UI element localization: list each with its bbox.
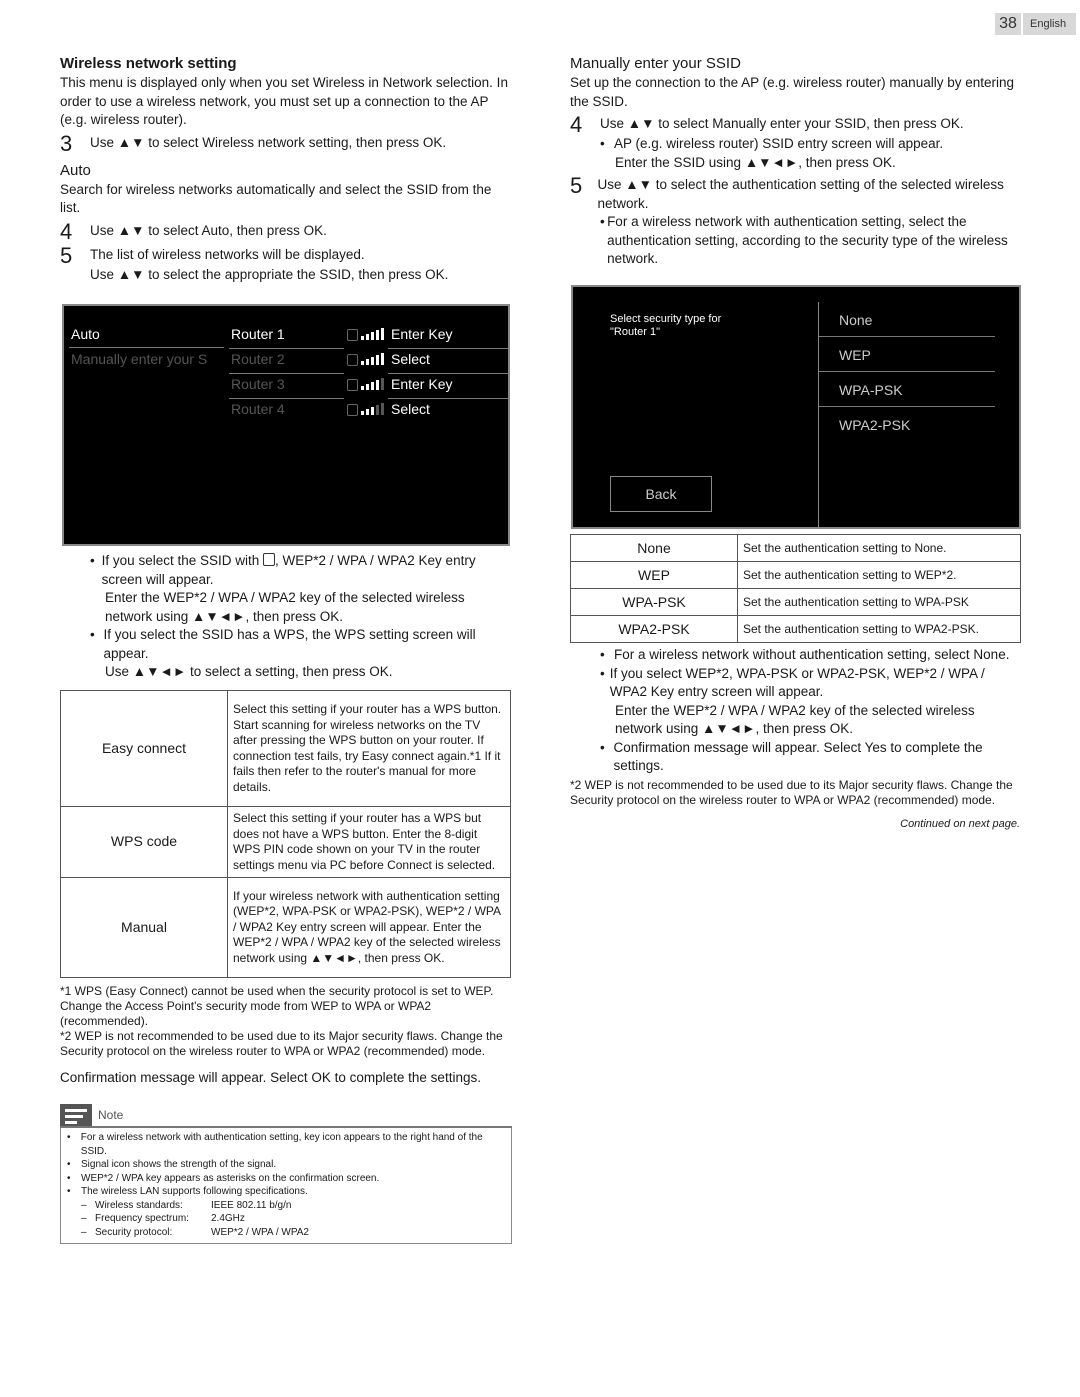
page-number: 38 xyxy=(995,13,1021,35)
lock-icon xyxy=(347,379,358,391)
step-5: 5 The list of wireless networks will be d… xyxy=(60,242,365,268)
auto-desc: Search for wireless networks automatical… xyxy=(60,181,492,216)
bullet-sub: Enter the WEP*2 / WPA / WPA2 key of the … xyxy=(105,590,465,624)
table-row: Manual If your wireless network with auth… xyxy=(60,877,511,978)
security-option[interactable]: WPA-PSK xyxy=(839,382,903,398)
table-row: WPS code Select this setting if your rout… xyxy=(60,806,511,878)
note-item: • Signal icon shows the strength of the s… xyxy=(67,1159,277,1170)
router-action: Enter Key xyxy=(391,376,453,392)
spec-row: – Security protocol: WEP*2 / WPA / WPA2 xyxy=(81,1226,309,1238)
page-badge: 38 English xyxy=(995,13,1077,35)
wps-table: Easy connect Select this setting if your … xyxy=(60,690,511,978)
security-type-screen: Select security type for "Router 1" None… xyxy=(571,285,1021,529)
back-button[interactable]: Back xyxy=(610,476,712,512)
step-5-sub: Use ▲▼ to select the appropriate the SSI… xyxy=(90,266,449,282)
bullet: • AP (e.g. wireless router) SSID entry sc… xyxy=(600,136,944,151)
table-row: Easy connect Select this setting if your … xyxy=(60,690,511,807)
router-name: Router 4 xyxy=(231,401,285,417)
router-action: Select xyxy=(391,351,430,367)
bullet: • If you select the SSID with , WEP*2 / W… xyxy=(90,553,476,587)
lock-icon xyxy=(347,329,358,341)
menu-item-manual[interactable]: Manually enter your S xyxy=(71,351,207,367)
section-title: Manually enter your SSID xyxy=(570,55,741,72)
signal-icon xyxy=(361,328,385,340)
bullet: • If you select WEP*2, WPA-PSK or WPA2-PS… xyxy=(600,665,985,700)
intro-text: Set up the connection to the AP (e.g. wi… xyxy=(570,75,1015,109)
signal-icon xyxy=(361,353,385,365)
step-3: 3 Use ▲▼ to select Wireless network setti… xyxy=(60,130,447,156)
intro-text: This menu is displayed only when you set… xyxy=(60,75,508,127)
bullet-sub: Enter the SSID using ▲▼◄►, then press OK… xyxy=(615,154,896,170)
left-column: Wireless network setting This menu is di… xyxy=(60,55,510,284)
confirm-text: Confirmation message will appear. Select… xyxy=(60,1070,481,1085)
security-option[interactable]: None xyxy=(839,312,872,328)
left-bullets: • If you select the SSID with , WEP*2 / W… xyxy=(60,552,510,682)
right-column: Manually enter your SSID Set up the conn… xyxy=(570,55,1020,269)
table-row: WPA2-PSK Set the authentication setting t… xyxy=(570,615,1021,643)
security-prompt: Select security type for "Router 1" xyxy=(610,313,722,338)
table-row: None Set the authentication setting to No… xyxy=(570,534,1021,562)
router-action: Select xyxy=(391,401,430,417)
table-row: WEP Set the authentication setting to WEP… xyxy=(570,561,1021,589)
language-label: English xyxy=(1023,13,1077,35)
note-item: • The wireless LAN supports following spe… xyxy=(67,1186,308,1197)
menu-item-auto[interactable]: Auto xyxy=(71,326,100,342)
bullet: • For a wireless network with authenticat… xyxy=(600,214,1008,266)
router-action: Enter Key xyxy=(391,326,453,342)
note-item: • WEP*2 / WPA key appears as asterisks on… xyxy=(67,1172,380,1184)
bullet: • If you select the SSID has a WPS, the W… xyxy=(90,627,476,661)
auto-heading: Auto xyxy=(60,161,91,179)
section-title: Wireless network setting xyxy=(60,55,237,72)
bullet: • For a wireless network without authenti… xyxy=(600,647,1010,662)
security-option[interactable]: WEP xyxy=(839,347,871,363)
wireless-list-screen: Auto Manually enter your S Router 1 Ente… xyxy=(62,304,510,546)
router-name: Router 2 xyxy=(231,351,285,367)
signal-icon xyxy=(361,403,385,415)
footnote-2: *2 WEP is not recommended to be used due… xyxy=(570,777,1013,807)
lock-icon xyxy=(347,354,358,366)
left-footnotes: *1 WPS (Easy Connect) cannot be used whe… xyxy=(60,984,510,1088)
signal-icon xyxy=(361,378,385,390)
lock-icon xyxy=(347,404,358,416)
router-name: Router 1 xyxy=(231,326,285,342)
continued-label: Continued on next page. xyxy=(900,817,1020,830)
step-5: 5 Use ▲▼ to select the authentication set… xyxy=(570,173,1004,211)
router-name: Router 3 xyxy=(231,376,285,392)
footnote-1: *1 WPS (Easy Connect) cannot be used whe… xyxy=(60,984,494,1028)
footnote-2: *2 WEP is not recommended to be used due… xyxy=(60,1029,503,1058)
bullet: • Confirmation message will appear. Selec… xyxy=(600,739,983,774)
spec-row: – Frequency spectrum: 2.4GHz xyxy=(81,1213,245,1224)
bullet-sub: Use ▲▼◄► to select a setting, then press… xyxy=(105,664,393,679)
note-box: Note • For a wireless network with authen… xyxy=(60,1104,512,1244)
security-option[interactable]: WPA2-PSK xyxy=(839,417,910,433)
right-bullets: • For a wireless network without authenti… xyxy=(570,646,1020,830)
step-4: 4 Use ▲▼ to select Manually enter your SS… xyxy=(570,112,964,137)
table-row: WPA-PSK Set the authentication setting to… xyxy=(570,588,1021,616)
spec-row: – Wireless standards: IEEE 802.11 b/g/n xyxy=(81,1199,292,1211)
auth-table: None Set the authentication setting to No… xyxy=(570,534,1021,643)
note-icon xyxy=(60,1104,92,1126)
step-4: 4 Use ▲▼ to select Auto, then press OK. xyxy=(60,218,327,244)
bullet-sub: Enter the WEP*2 / WPA / WPA2 key of the … xyxy=(615,702,975,737)
note-item: • For a wireless network with authenticat… xyxy=(67,1132,483,1157)
key-icon xyxy=(263,553,276,566)
